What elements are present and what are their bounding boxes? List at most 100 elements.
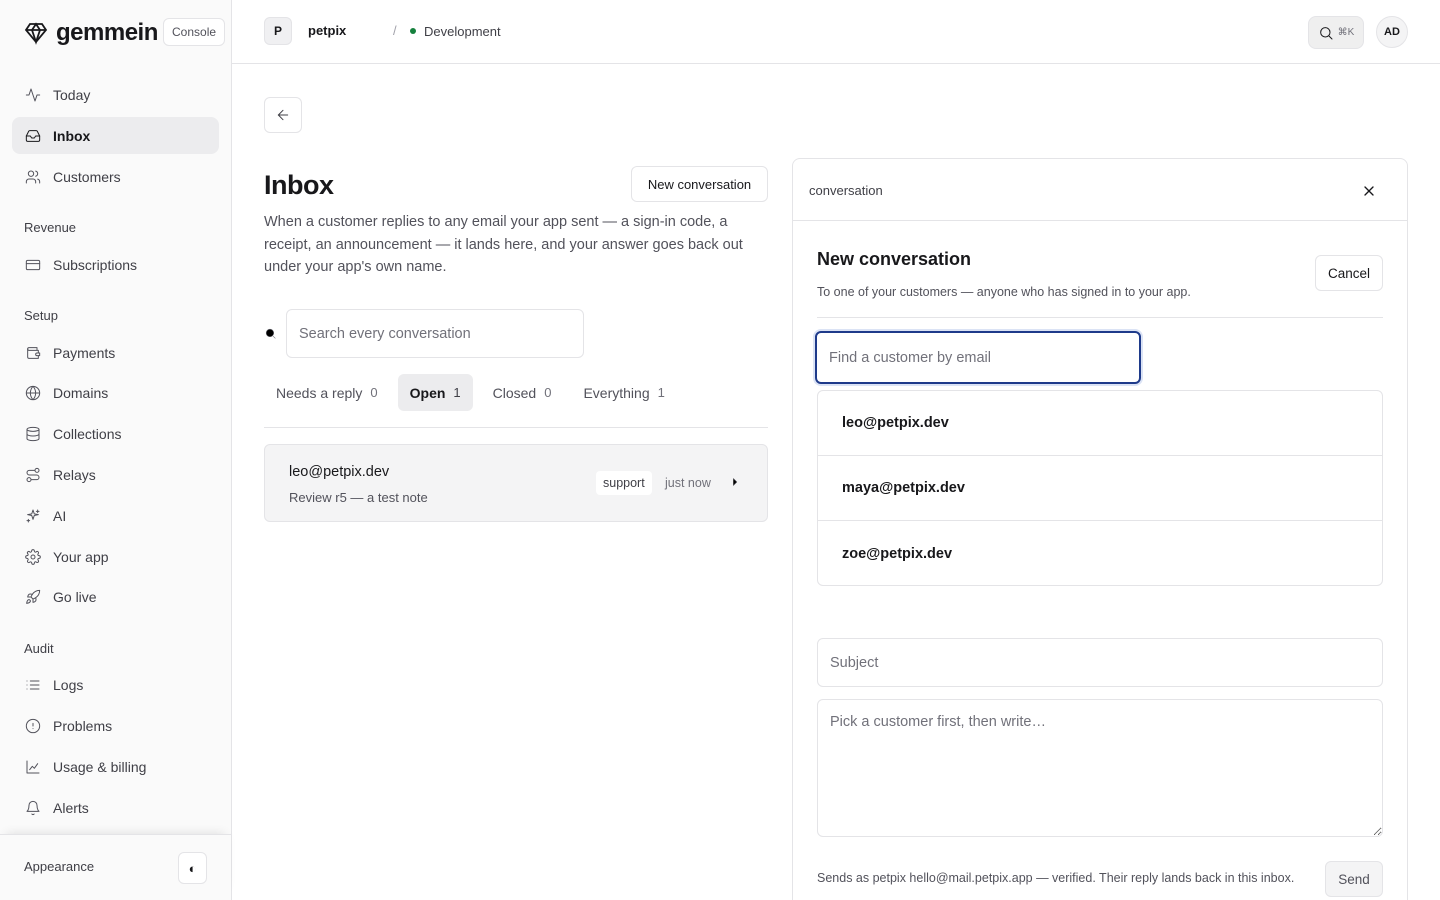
tab-label: Open xyxy=(409,384,446,401)
customer-option[interactable]: zoe@petpix.dev xyxy=(818,521,1382,585)
customer-option[interactable]: maya@petpix.dev xyxy=(818,456,1382,521)
sidebar-item-label: Relays xyxy=(53,466,96,483)
tab-count: 1 xyxy=(453,385,461,400)
command-search-button[interactable]: ⌘K xyxy=(1308,16,1364,49)
section-revenue: Revenue xyxy=(24,220,77,235)
inbox-icon xyxy=(24,127,42,145)
divider xyxy=(817,317,1383,318)
tab-count: 0 xyxy=(370,385,378,400)
sidebar-item-label: AI xyxy=(53,507,67,524)
new-conversation-button[interactable]: New conversation xyxy=(631,166,768,202)
gem-icon xyxy=(24,21,48,45)
tab-everything[interactable]: Everything 1 xyxy=(571,374,676,411)
sidebar-item-label: Subscriptions xyxy=(53,256,138,273)
sidebar-item-label: Go live xyxy=(53,588,97,605)
project-name[interactable]: petpix xyxy=(308,23,346,38)
sidebar-item-label: Usage & billing xyxy=(53,758,147,775)
tab-count: 0 xyxy=(544,385,552,400)
sidebar: gemmein Console Today Inbox Customers Re… xyxy=(0,0,232,900)
back-button[interactable] xyxy=(264,97,302,133)
conversation-search-input[interactable] xyxy=(286,309,584,358)
sidebar-item-problems[interactable]: Problems xyxy=(12,707,219,744)
sidebar-item-label: Problems xyxy=(53,717,113,734)
sidebar-item-label: Alerts xyxy=(53,799,89,816)
sidebar-item-relays[interactable]: Relays xyxy=(12,456,219,493)
divider xyxy=(264,427,768,428)
sidebar-item-payments[interactable]: Payments xyxy=(12,334,219,371)
customer-option[interactable]: leo@petpix.dev xyxy=(818,391,1382,456)
user-avatar[interactable]: AD xyxy=(1376,16,1408,48)
sidebar-item-label: Customers xyxy=(53,168,121,185)
page-title: Inbox xyxy=(264,170,334,200)
sidebar-item-inbox[interactable]: Inbox xyxy=(12,117,219,154)
sidebar-item-usage-billing[interactable]: Usage & billing xyxy=(12,748,219,785)
section-audit: Audit xyxy=(24,641,54,656)
breadcrumb-separator: / xyxy=(393,23,397,38)
subject-input[interactable] xyxy=(817,638,1383,687)
sparkles-icon xyxy=(24,507,42,525)
sidebar-item-alerts[interactable]: Alerts xyxy=(12,789,219,826)
sidebar-item-label: Collections xyxy=(53,425,122,442)
message-body-input[interactable] xyxy=(817,699,1383,837)
sidebar-item-go-live[interactable]: Go live xyxy=(12,578,219,615)
send-button[interactable]: Send xyxy=(1325,861,1383,897)
customer-suggestion-list: leo@petpix.dev maya@petpix.dev zoe@petpi… xyxy=(817,390,1383,586)
conversation-row[interactable]: leo@petpix.dev Review r5 — a test note s… xyxy=(264,444,768,522)
tab-label: Closed xyxy=(492,384,537,401)
form-title: New conversation xyxy=(817,249,972,269)
inbox-tabs: Needs a reply 0 Open 1 Closed 0 Everythi… xyxy=(264,374,685,411)
project-avatar[interactable]: P xyxy=(264,17,292,45)
chevron-right-icon xyxy=(728,475,742,489)
brand-name: gemmein xyxy=(56,19,158,46)
customer-email-search-input[interactable] xyxy=(815,331,1141,384)
tab-needs-reply[interactable]: Needs a reply 0 xyxy=(264,374,390,411)
sidebar-item-domains[interactable]: Domains xyxy=(12,374,219,411)
sidebar-item-subscriptions[interactable]: Subscriptions xyxy=(12,246,219,283)
new-conversation-panel: conversation New conversation To one of … xyxy=(792,158,1408,900)
chart-icon xyxy=(24,758,42,776)
theme-toggle-button[interactable]: ◐ xyxy=(178,852,207,884)
page-description: When a customer replies to any email you… xyxy=(264,214,743,275)
wallet-icon xyxy=(24,344,42,362)
tab-label: Needs a reply xyxy=(276,384,363,401)
sidebar-item-today[interactable]: Today xyxy=(12,76,219,113)
sidebar-item-label: Inbox xyxy=(53,127,91,144)
activity-icon xyxy=(24,86,42,104)
alert-circle-icon xyxy=(24,717,42,735)
cancel-button[interactable]: Cancel xyxy=(1315,255,1383,291)
sidebar-item-collections[interactable]: Collections xyxy=(12,415,219,452)
brand[interactable]: gemmein xyxy=(24,18,158,48)
sidebar-item-your-app[interactable]: Your app xyxy=(12,538,219,575)
tab-closed[interactable]: Closed 0 xyxy=(481,374,564,411)
sidebar-item-label: Today xyxy=(53,86,91,103)
sidebar-item-customers[interactable]: Customers xyxy=(12,158,219,195)
arrow-left-icon xyxy=(275,107,291,123)
credit-card-icon xyxy=(24,256,42,274)
conversation-subject: Review r5 — a test note xyxy=(289,490,428,505)
sidebar-item-logs[interactable]: Logs xyxy=(12,666,219,703)
environment-status-dot xyxy=(410,28,416,34)
console-badge: Console xyxy=(163,18,226,46)
topbar: P petpix / Development ⌘K AD xyxy=(232,0,1440,64)
conversation-time: just now xyxy=(665,476,711,490)
conversation-email: leo@petpix.dev xyxy=(289,464,390,480)
globe-icon xyxy=(24,384,42,402)
tab-open[interactable]: Open 1 xyxy=(397,374,473,411)
section-setup: Setup xyxy=(24,308,58,323)
panel-title: conversation xyxy=(809,183,883,198)
list-icon xyxy=(24,676,42,694)
panel-header: conversation xyxy=(793,159,1407,221)
form-subtitle: To one of your customers — anyone who ha… xyxy=(817,285,1191,299)
appearance-label: Appearance xyxy=(24,859,95,874)
sidebar-footer: Appearance ◐ xyxy=(0,834,231,900)
search-icon xyxy=(1318,25,1334,41)
close-icon xyxy=(1361,183,1377,199)
users-icon xyxy=(24,168,42,186)
sidebar-item-label: Logs xyxy=(53,676,84,693)
sidebar-item-ai[interactable]: AI xyxy=(12,497,219,534)
sidebar-item-label: Payments xyxy=(53,344,116,361)
environment-name[interactable]: Development xyxy=(424,24,501,39)
shortcut-hint: ⌘K xyxy=(1337,27,1355,38)
close-panel-button[interactable] xyxy=(1359,181,1379,201)
bell-icon xyxy=(24,799,42,817)
